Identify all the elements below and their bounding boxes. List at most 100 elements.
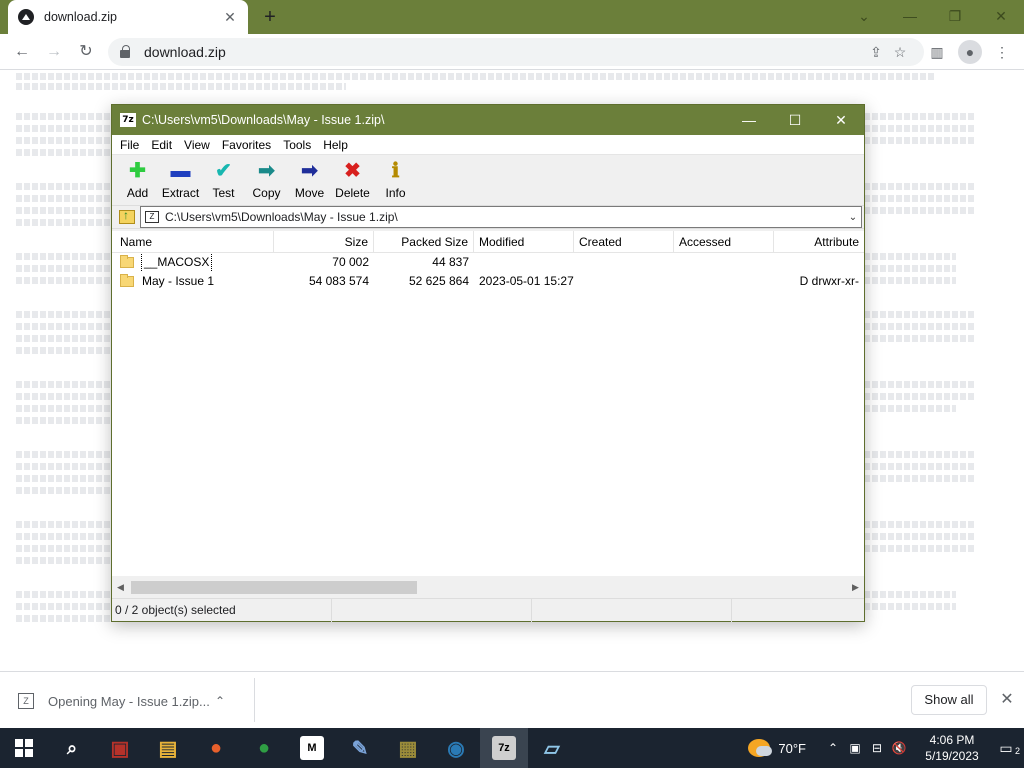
menu-edit[interactable]: Edit <box>145 138 178 152</box>
network-icon[interactable]: ▣ <box>844 741 866 755</box>
weather-widget[interactable]: 70°F <box>748 739 806 757</box>
extract-label: Extract <box>161 186 200 200</box>
menu-favorites[interactable]: Favorites <box>216 138 277 152</box>
share-icon[interactable]: ⇪ <box>864 44 888 61</box>
back-arrow-icon[interactable]: ← <box>10 40 34 64</box>
tab-download-zip[interactable]: download.zip ✕ <box>8 0 248 34</box>
browser-minimize-button[interactable]: — <box>896 4 924 28</box>
menu-file[interactable]: File <box>114 138 145 152</box>
copy-icon: ➡ <box>258 160 275 182</box>
7zip-close-button[interactable]: ✕ <box>818 105 864 135</box>
status-segment <box>332 598 532 622</box>
copy-label: Copy <box>252 186 281 200</box>
notepad-app-icon: ▱ <box>544 737 560 760</box>
add-button[interactable]: ✚ Add <box>116 159 159 200</box>
row-accessed-cell <box>674 253 774 272</box>
chevron-up-icon[interactable]: ⌃ <box>822 741 844 755</box>
firefox-app[interactable]: ● <box>192 728 240 768</box>
file-explorer-app[interactable]: ▤ <box>144 728 192 768</box>
browser-toolbar: ← → ↻ download.zip ⇪ ☆ ▥ ● ⋮ <box>0 34 1024 70</box>
7zip-minimize-button[interactable]: — <box>726 105 772 135</box>
table-row[interactable]: __MACOSX 70 002 44 837 <box>112 253 864 272</box>
show-all-button[interactable]: Show all <box>911 685 987 715</box>
notification-center-icon[interactable]: ▭ 2 <box>988 740 1024 757</box>
scroll-track[interactable] <box>129 581 847 594</box>
forward-arrow-icon[interactable]: → <box>42 40 66 64</box>
folder-icon <box>120 255 134 268</box>
bookmark-star-icon[interactable]: ☆ <box>888 44 912 61</box>
scroll-thumb[interactable] <box>131 581 417 594</box>
status-segment <box>532 598 732 622</box>
row-name-text[interactable]: May - Issue 1 <box>142 272 214 291</box>
menu-help[interactable]: Help <box>317 138 354 152</box>
column-header-attributes[interactable]: Attribute <box>774 231 864 253</box>
dropdown-chevron-icon[interactable]: ⌄ <box>845 212 861 223</box>
download-shelf-close-icon[interactable]: ✕ <box>996 688 1018 712</box>
row-name-cell[interactable]: May - Issue 1 <box>112 272 274 291</box>
network-status-icon[interactable]: ⊟ <box>866 741 888 755</box>
path-text[interactable]: C:\Users\vm5\Downloads\May - Issue 1.zip… <box>165 210 845 224</box>
reload-icon[interactable]: ↻ <box>74 40 98 64</box>
column-header-modified[interactable]: Modified <box>474 231 574 253</box>
scroll-right-arrow-icon[interactable]: ▶ <box>847 582 864 593</box>
horizontal-scrollbar[interactable]: ◀ ▶ <box>112 579 864 596</box>
start-button[interactable] <box>0 728 48 768</box>
extract-button[interactable]: ▬ Extract <box>159 159 202 200</box>
column-header-accessed[interactable]: Accessed <box>674 231 774 253</box>
url-text[interactable]: download.zip <box>144 44 864 60</box>
side-panel-icon[interactable]: ▥ <box>925 40 949 64</box>
7zip-address-row: Z C:\Users\vm5\Downloads\May - Issue 1.z… <box>112 205 864 229</box>
notepad-app[interactable]: ▱ <box>528 728 576 768</box>
volume-muted-icon[interactable]: 🔇 <box>888 741 910 755</box>
column-header-size[interactable]: Size <box>274 231 374 253</box>
row-size-cell: 70 002 <box>332 255 369 269</box>
tab-search-chevron-icon[interactable]: ⌄ <box>850 4 878 28</box>
column-header-packed-size[interactable]: Packed Size <box>374 231 474 253</box>
column-header-created[interactable]: Created <box>574 231 674 253</box>
search-app[interactable]: ⌕ <box>48 728 96 768</box>
download-item-name[interactable]: Opening May - Issue 1.zip... <box>48 694 210 709</box>
file-list-header: Name Size Packed Size Modified Created A… <box>112 231 864 253</box>
menu-view[interactable]: View <box>178 138 216 152</box>
chrome-app[interactable]: ● <box>240 728 288 768</box>
tab-title: download.zip <box>44 10 117 24</box>
delete-button[interactable]: ✖ Delete <box>331 159 374 200</box>
7zip-title-bar[interactable]: 7z C:\Users\vm5\Downloads\May - Issue 1.… <box>112 105 864 135</box>
7zip-maximize-button[interactable]: ☐ <box>772 105 818 135</box>
browser-restore-button[interactable]: ❐ <box>941 4 969 28</box>
menu-kebab-icon[interactable]: ⋮ <box>990 40 1014 64</box>
editor-app[interactable]: ✎ <box>336 728 384 768</box>
profile-avatar-icon[interactable]: ● <box>958 40 982 64</box>
browser-close-button[interactable]: ✕ <box>987 4 1015 28</box>
menu-tools[interactable]: Tools <box>277 138 317 152</box>
add-icon: ✚ <box>129 160 146 182</box>
column-header-name[interactable]: Name <box>112 231 274 253</box>
test-icon: ✔ <box>215 160 232 182</box>
move-button[interactable]: ➡ Move <box>288 159 331 200</box>
table-row[interactable]: May - Issue 1 54 083 574 52 625 864 2023… <box>112 272 864 291</box>
m-app[interactable]: M <box>288 728 336 768</box>
test-button[interactable]: ✔ Test <box>202 159 245 200</box>
clock-time: 4:06 PM <box>929 733 975 747</box>
tab-close-icon[interactable]: ✕ <box>222 9 238 26</box>
7zip-app[interactable]: 7z <box>480 728 528 768</box>
site-favicon-icon <box>18 9 34 25</box>
path-combobox[interactable]: Z C:\Users\vm5\Downloads\May - Issue 1.z… <box>140 206 862 228</box>
scroll-left-arrow-icon[interactable]: ◀ <box>112 582 129 593</box>
copy-button[interactable]: ➡ Copy <box>245 159 288 200</box>
address-bar[interactable]: download.zip ⇪ ☆ <box>108 38 924 66</box>
notification-count: 2 <box>1014 745 1020 756</box>
file-list[interactable]: Name Size Packed Size Modified Created A… <box>112 231 864 576</box>
folder-up-button[interactable] <box>114 206 140 228</box>
winrar-app[interactable]: ▣ <box>96 728 144 768</box>
package-app[interactable]: ▦ <box>384 728 432 768</box>
network-app[interactable]: ◉ <box>432 728 480 768</box>
archive-icon: Z <box>145 211 159 223</box>
download-item[interactable]: Z Opening May - Issue 1.zip... ⌃ <box>18 686 230 716</box>
system-clock[interactable]: 4:06 PM 5/19/2023 <box>916 732 988 764</box>
row-name-cell[interactable]: __MACOSX <box>112 253 274 272</box>
row-name-text[interactable]: __MACOSX <box>140 253 213 272</box>
chevron-up-icon[interactable]: ⌃ <box>210 694 230 708</box>
info-button[interactable]: ℹ Info <box>374 159 417 200</box>
new-tab-button[interactable]: + <box>258 5 282 29</box>
